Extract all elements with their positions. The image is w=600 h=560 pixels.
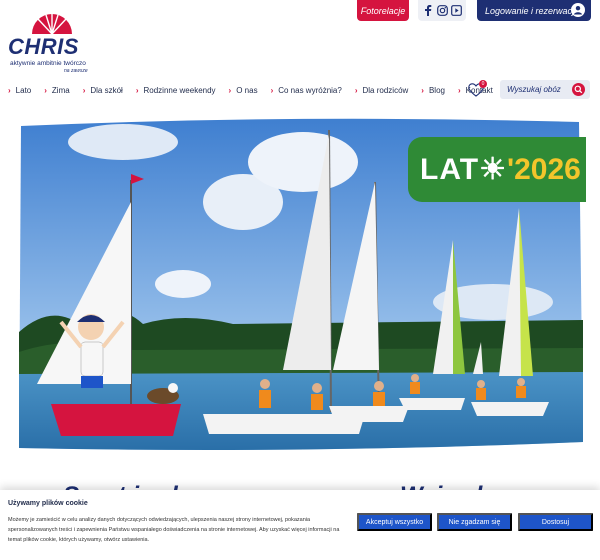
chevron-right-icon: ›: [270, 85, 274, 95]
main-nav: › Lato › Zima › Dla szkół › Rodzinne weekend…: [8, 83, 506, 97]
chevron-right-icon: ›: [82, 85, 86, 95]
nav-item-dla-szkol[interactable]: › Dla szkół: [83, 86, 123, 95]
login-button[interactable]: Logowanie i rezerwacje: [477, 0, 591, 21]
customize-cookies-button[interactable]: Dostosuj: [518, 513, 593, 531]
chevron-right-icon: ›: [135, 85, 139, 95]
nav-item-dla-rodzicow[interactable]: › Dla rodziców: [355, 86, 408, 95]
accept-all-cookies-button[interactable]: Akceptuj wszystko: [357, 513, 432, 531]
chevron-right-icon: ›: [457, 85, 461, 95]
nav-item-lato[interactable]: › Lato: [8, 86, 31, 95]
reject-cookies-button[interactable]: Nie zgadzam się: [437, 513, 512, 531]
facebook-icon[interactable]: [423, 5, 434, 16]
cookie-description: Możemy je zamieścić w celu analizy danyc…: [8, 517, 340, 543]
cookie-consent-bar: Używamy plików cookie Możemy je zamieści…: [0, 490, 600, 560]
youtube-icon[interactable]: [450, 5, 462, 16]
search-camp-field[interactable]: Wyszukaj obóz: [500, 80, 590, 99]
lato-badge-year: '2026: [506, 152, 581, 186]
user-icon: [571, 3, 585, 17]
logo-fan-icon: [32, 14, 72, 34]
login-label: Logowanie i rezerwacje: [485, 5, 580, 16]
cookie-title: Używamy plików cookie: [8, 500, 88, 507]
nav-item-rodzinne-weekendy[interactable]: › Rodzinne weekendy: [136, 86, 216, 95]
search-icon[interactable]: [572, 83, 585, 96]
chevron-right-icon: ›: [44, 85, 47, 95]
search-placeholder: Wyszukaj obóz: [507, 85, 561, 94]
nav-item-o-nas[interactable]: › O nas: [229, 86, 258, 95]
chevron-right-icon: ›: [354, 85, 358, 95]
logo-subline: na zawsze: [64, 68, 88, 74]
logo-tagline: aktywnie ambitnie twórczo: [10, 60, 86, 67]
logo-wordmark: CHRIS: [8, 34, 79, 59]
lato-2026-badge[interactable]: LAT☀ '2026: [408, 137, 586, 202]
instagram-icon[interactable]: [436, 5, 448, 16]
nav-item-zima[interactable]: › Zima: [44, 86, 69, 95]
nav-item-co-nas-wyroznia[interactable]: › Co nas wyróżnia?: [271, 86, 342, 95]
nav-item-blog[interactable]: › Blog: [421, 86, 445, 95]
favorites-count-badge: 0: [479, 80, 487, 88]
chevron-right-icon: ›: [421, 85, 424, 95]
lato-badge-word: LAT☀: [420, 153, 507, 186]
social-links: [418, 0, 466, 21]
fotorelacje-button[interactable]: Fotorelacje: [357, 0, 409, 21]
chris-logo[interactable]: CHRIS aktywnie ambitnie twórczo na zawsz…: [8, 10, 100, 74]
chevron-right-icon: ›: [228, 85, 232, 95]
chevron-right-icon: ›: [8, 85, 11, 95]
